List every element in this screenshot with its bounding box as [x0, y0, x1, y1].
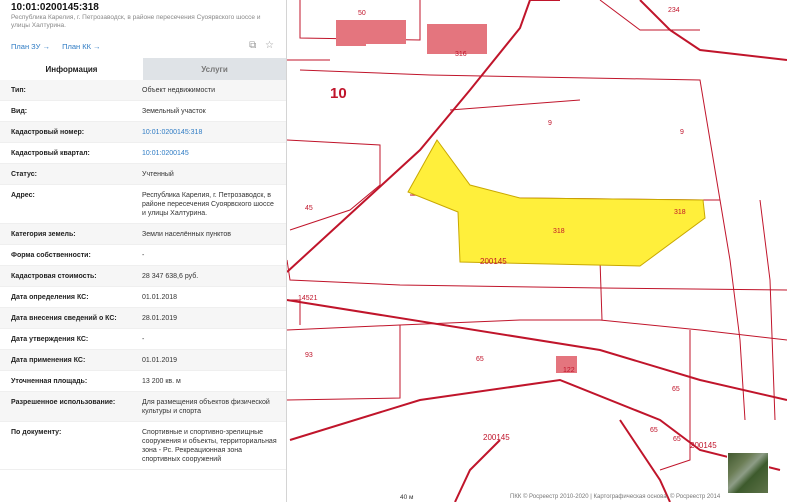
cadastral-quarter-link[interactable]: 10:01:0200145 [142, 149, 286, 158]
parcel-address: Республика Карелия, г. Петрозаводск, в р… [11, 14, 261, 29]
map-label: 10 [330, 85, 347, 102]
map-label: 45 [305, 205, 313, 212]
row-key: Уточненная площадь: [11, 378, 88, 385]
map-label: 65 [673, 436, 681, 443]
row-value: - [142, 336, 145, 343]
cadastral-number-link[interactable]: 10:01:0200145:318 [142, 128, 286, 137]
row-value: Для размещения объектов физической культ… [142, 399, 270, 415]
row-value: 28 347 638,6 руб. [142, 273, 199, 280]
parcel-title: 10:01:0200145:318 [11, 2, 99, 13]
map-label: 9 [680, 129, 684, 136]
info-row: Дата утверждения КС: - [0, 329, 286, 350]
info-row: По документу: Спортивные и спортивно-зрел… [0, 422, 286, 470]
row-value: 28.01.2019 [142, 315, 178, 322]
info-row: Разрешенное использование: Для размещения… [0, 392, 286, 422]
building [336, 26, 366, 46]
row-value: 01.01.2019 [142, 357, 178, 364]
row-key: Разрешенное использование: [11, 399, 116, 406]
map-label: 316 [455, 51, 467, 58]
plan-kk-link[interactable]: План КК → [62, 42, 101, 51]
row-value: 13 200 кв. м [142, 378, 181, 385]
plan-links: План ЗУ → План КК → [11, 42, 111, 51]
map-label: 200145 [483, 433, 510, 442]
info-panel: 10:01:0200145:318 Республика Карелия, г.… [0, 0, 287, 502]
tab-services[interactable]: Услуги [143, 58, 286, 80]
row-key: Дата определения КС: [11, 294, 89, 301]
row-key: Вид: [11, 108, 28, 115]
row-value: Земли населённых пунктов [142, 231, 232, 238]
info-row: Статус: Учтенный [0, 164, 286, 185]
row-key: По документу: [11, 429, 62, 436]
row-value: Республика Карелия, г. Петрозаводск, в р… [142, 192, 274, 217]
map-label: 234 [668, 7, 680, 14]
print-icon[interactable]: ⧉ [249, 40, 256, 51]
star-icon[interactable]: ☆ [265, 40, 274, 51]
info-row: Дата применения КС: 01.01.2019 [0, 350, 286, 371]
tab-info[interactable]: Информация [0, 58, 143, 80]
map-copyright: ПКК © Росреестр 2010-2020 | Картографиче… [510, 494, 721, 500]
row-key: Дата утверждения КС: [11, 336, 89, 343]
row-key: Кадастровый номер: [11, 129, 85, 136]
panel-tools: ⧉ ☆ [243, 40, 274, 51]
row-key: Дата внесения сведений о КС: [11, 315, 117, 322]
map-label: 14521 [298, 295, 318, 302]
row-key: Форма собственности: [11, 252, 91, 259]
row-value: Объект недвижимости [142, 87, 216, 94]
row-key: Кадастровая стоимость: [11, 273, 97, 280]
tab-bar: Информация Услуги [0, 58, 286, 80]
row-value: 01.01.2018 [142, 294, 178, 301]
row-value: Спортивные и спортивно-зрелищные сооруже… [142, 429, 277, 463]
map-label: 318 [674, 209, 686, 216]
map-label: 65 [650, 427, 658, 434]
map-label: 93 [305, 352, 313, 359]
map-label: 200145 [690, 441, 717, 450]
building [427, 24, 487, 54]
basemap-switcher-thumbnail[interactable] [727, 452, 769, 494]
row-value: Учтенный [142, 171, 174, 178]
row-key: Статус: [11, 171, 37, 178]
info-table: Тип: Объект недвижимости Вид: Земельный уч… [0, 80, 286, 470]
info-row: Кадастровая стоимость: 28 347 638,6 руб. [0, 266, 286, 287]
map-label: 65 [672, 386, 680, 393]
info-row: Дата внесения сведений о КС: 28.01.2019 [0, 308, 286, 329]
row-value: - [142, 252, 145, 259]
row-key: Кадастровый квартал: [11, 150, 90, 157]
row-value: Земельный участок [142, 108, 206, 115]
info-row: Дата определения КС: 01.01.2018 [0, 287, 286, 308]
info-row: Категория земель: Земли населённых пункто… [0, 224, 286, 245]
map-label: 318 [553, 228, 565, 235]
map-label: 9 [548, 120, 552, 127]
info-row: Кадастровый номер: 10:01:0200145:318 [0, 122, 286, 143]
row-key: Дата применения КС: [11, 357, 86, 364]
info-row: Уточненная площадь: 13 200 кв. м [0, 371, 286, 392]
info-row: Адрес: Республика Карелия, г. Петрозаводс… [0, 185, 286, 224]
row-key: Тип: [11, 87, 26, 94]
plan-zu-link[interactable]: План ЗУ → [11, 42, 50, 51]
scale-bar-label: 40 м [400, 494, 414, 501]
map-label: 50 [358, 10, 366, 17]
info-row: Кадастровый квартал: 10:01:0200145 [0, 143, 286, 164]
map-label: 65 [476, 356, 484, 363]
map-label: 122 [563, 367, 575, 374]
row-key: Адрес: [11, 192, 35, 199]
info-row: Форма собственности: - [0, 245, 286, 266]
info-row: Вид: Земельный участок [0, 101, 286, 122]
info-row: Тип: Объект недвижимости [0, 80, 286, 101]
row-key: Категория земель: [11, 231, 76, 238]
map-label: 200145 [480, 257, 507, 266]
